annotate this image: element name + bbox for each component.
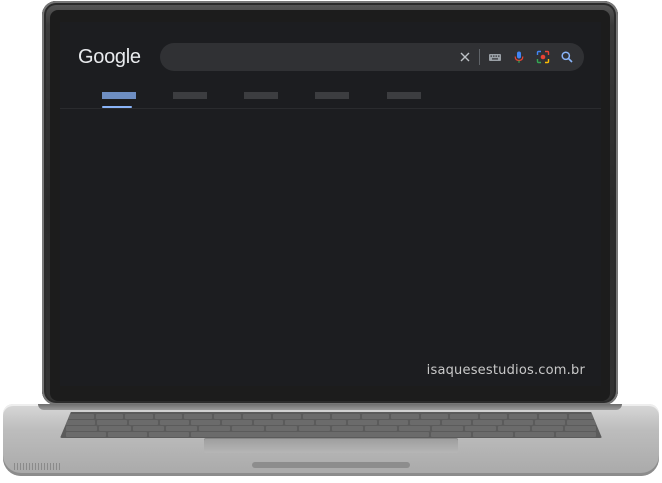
tab-2[interactable]: [173, 92, 207, 99]
tab-5[interactable]: [387, 92, 421, 99]
browser-screen: Google isaquesestudios.com.br: [60, 22, 601, 386]
trackpad: [204, 438, 458, 453]
tab-3[interactable]: [244, 92, 278, 99]
search-icon[interactable]: [560, 50, 574, 64]
keyboard: [60, 412, 602, 438]
laptop-hinge: [38, 404, 622, 410]
tab-4[interactable]: [315, 92, 349, 99]
search-box[interactable]: [160, 43, 584, 71]
lens-camera-icon[interactable]: [536, 50, 550, 64]
tab-all[interactable]: [102, 92, 136, 99]
side-vent: [14, 463, 60, 470]
front-lip: [252, 462, 410, 468]
search-divider: [479, 49, 480, 65]
microphone-icon[interactable]: [512, 50, 526, 64]
header-divider: [60, 108, 601, 109]
close-icon[interactable]: [458, 50, 472, 64]
keyboard-icon[interactable]: [488, 50, 502, 64]
watermark-text: isaquesestudios.com.br: [426, 363, 585, 378]
google-logo[interactable]: Google: [78, 46, 141, 69]
